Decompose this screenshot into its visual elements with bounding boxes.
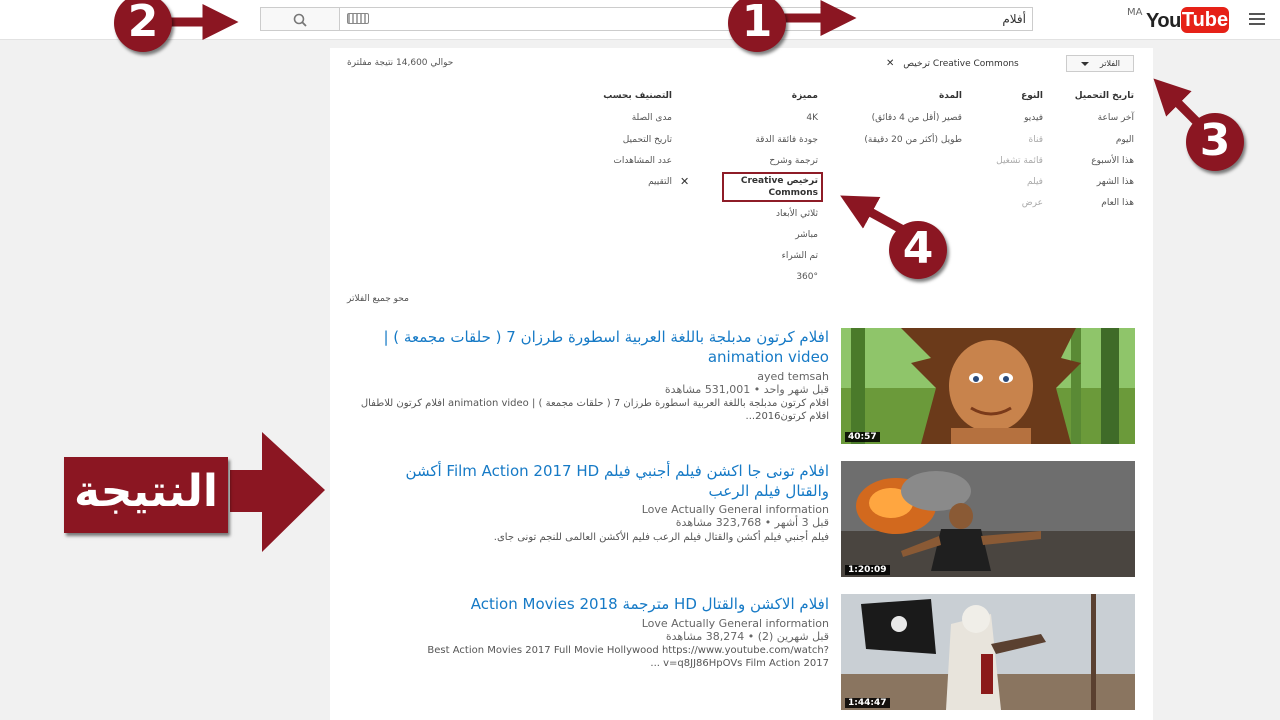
step-badge-3: 3 bbox=[1186, 113, 1244, 171]
step-badge-1: 1 bbox=[728, 0, 786, 52]
result-arrow-icon bbox=[230, 432, 325, 552]
step-badge-4: 4 bbox=[889, 221, 947, 279]
result-label: النتيجة bbox=[64, 457, 228, 533]
step-badge-2: 2 bbox=[114, 0, 172, 52]
annotation-overlay bbox=[150, 0, 1204, 552]
